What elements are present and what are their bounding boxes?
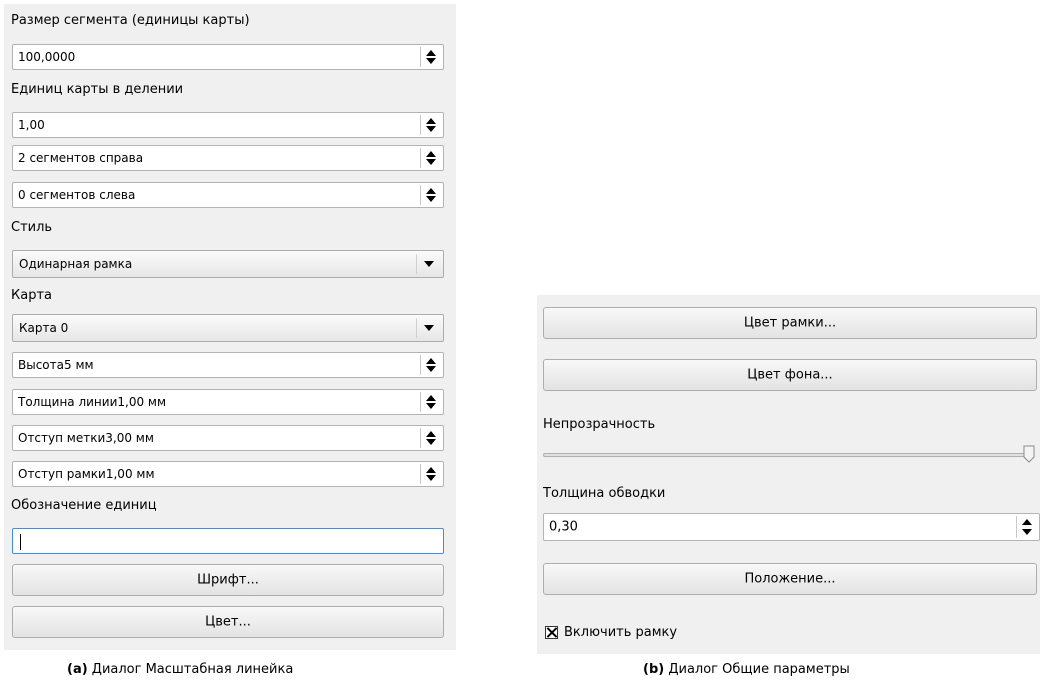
- caption-b-tag: (b): [643, 662, 665, 677]
- opacity-label: Непрозрачность: [543, 417, 656, 432]
- unit-label-input[interactable]: [12, 528, 444, 554]
- spin-arrows-icon[interactable]: [420, 148, 441, 168]
- position-button[interactable]: Положение...: [543, 563, 1037, 595]
- caption-a: (a) Диалог Масштабная линейка: [67, 662, 293, 677]
- unit-label-label: Обозначение единиц: [11, 498, 157, 513]
- font-button-label: Шрифт...: [197, 572, 259, 588]
- map-dropdown[interactable]: Карта 0: [12, 314, 444, 342]
- caption-b: (b) Диалог Общие параметры: [643, 662, 850, 677]
- style-dropdown[interactable]: Одинарная рамка: [12, 250, 444, 278]
- map-label: Карта: [11, 288, 52, 303]
- scalebar-dialog: Размер сегмента (единицы карты) 100,0000…: [4, 4, 456, 650]
- spin-arrows-icon[interactable]: [420, 185, 441, 205]
- outline-width-value: 0,30: [549, 519, 578, 535]
- height-value: Высота5 мм: [18, 358, 94, 372]
- general-properties-dialog: Цвет рамки... Цвет фона... Непрозрачност…: [537, 295, 1040, 654]
- segments-right-value: 2 сегментов справа: [18, 151, 144, 165]
- caption-a-tag: (a): [67, 662, 88, 677]
- chevron-down-icon: [424, 261, 434, 267]
- segments-left-spinbox[interactable]: 0 сегментов слева: [12, 182, 444, 208]
- map-value: Карта 0: [19, 321, 69, 335]
- background-color-button[interactable]: Цвет фона...: [543, 359, 1037, 391]
- spin-arrows-icon[interactable]: [420, 355, 441, 375]
- spin-arrows-icon[interactable]: [420, 392, 441, 412]
- units-per-division-spinbox[interactable]: 1,00: [12, 112, 444, 138]
- outline-width-label: Толщина обводки: [543, 486, 666, 501]
- opacity-slider-handle[interactable]: [1023, 445, 1035, 463]
- position-button-label: Положение...: [744, 571, 836, 587]
- caption-b-text: Диалог Общие параметры: [664, 662, 850, 677]
- units-per-division-value: 1,00: [18, 118, 45, 132]
- frame-color-button-label: Цвет рамки...: [743, 315, 837, 331]
- frame-color-button[interactable]: Цвет рамки...: [543, 307, 1037, 339]
- color-button-label: Цвет...: [205, 614, 251, 630]
- line-width-spinbox[interactable]: Толщина линии1,00 мм: [12, 389, 444, 415]
- spin-arrows-icon[interactable]: [420, 47, 441, 67]
- line-width-value: Толщина линии1,00 мм: [18, 395, 167, 409]
- caption-a-text: Диалог Масштабная линейка: [87, 662, 294, 677]
- segment-size-label: Размер сегмента (единицы карты): [11, 13, 250, 28]
- enable-frame-label[interactable]: Включить рамку: [564, 625, 677, 641]
- style-value: Одинарная рамка: [19, 257, 133, 271]
- label-offset-spinbox[interactable]: Отступ метки3,00 мм: [12, 425, 444, 451]
- outline-width-spinbox[interactable]: 0,30: [543, 513, 1040, 541]
- spin-arrows-icon[interactable]: [420, 428, 441, 448]
- style-label: Стиль: [11, 220, 53, 235]
- opacity-slider-track[interactable]: [543, 453, 1033, 457]
- color-button[interactable]: Цвет...: [12, 606, 444, 638]
- spin-arrows-icon[interactable]: [1016, 516, 1037, 538]
- units-per-division-label: Единиц карты в делении: [11, 82, 184, 97]
- segments-left-value: 0 сегментов слева: [18, 188, 136, 202]
- spin-arrows-icon[interactable]: [420, 115, 441, 135]
- chevron-down-icon: [424, 325, 434, 331]
- background-color-button-label: Цвет фона...: [747, 367, 833, 383]
- enable-frame-checkbox[interactable]: [545, 626, 558, 639]
- segments-right-spinbox[interactable]: 2 сегментов справа: [12, 145, 444, 171]
- box-margin-value: Отступ рамки1,00 мм: [18, 467, 155, 481]
- spin-arrows-icon[interactable]: [420, 464, 441, 484]
- height-spinbox[interactable]: Высота5 мм: [12, 352, 444, 378]
- label-offset-value: Отступ метки3,00 мм: [18, 431, 154, 445]
- segment-size-spinbox[interactable]: 100,0000: [12, 44, 444, 70]
- box-margin-spinbox[interactable]: Отступ рамки1,00 мм: [12, 461, 444, 487]
- text-caret: [20, 534, 21, 550]
- font-button[interactable]: Шрифт...: [12, 564, 444, 596]
- segment-size-value: 100,0000: [18, 50, 76, 64]
